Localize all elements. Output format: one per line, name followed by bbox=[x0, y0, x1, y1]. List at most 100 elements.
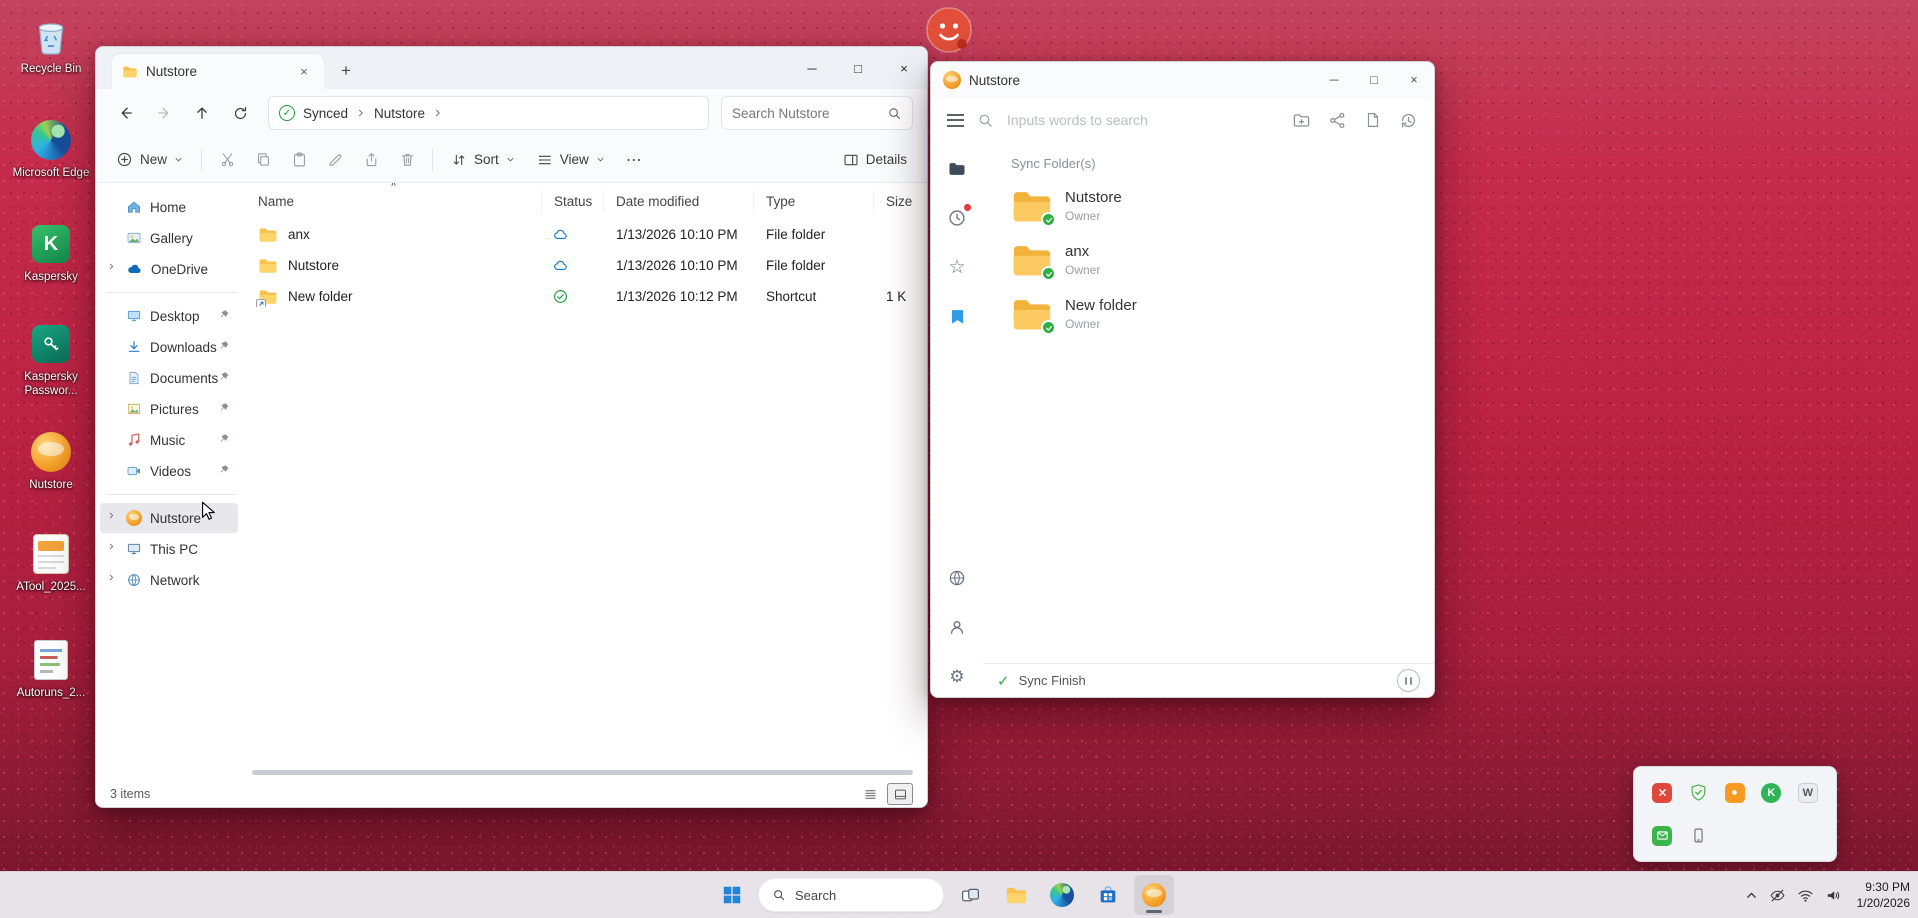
share-button[interactable] bbox=[354, 143, 388, 177]
nutstore-avatar-icon[interactable] bbox=[926, 7, 972, 53]
view-button[interactable]: View bbox=[527, 143, 615, 177]
privacy-eye-icon[interactable] bbox=[1769, 887, 1786, 904]
sidebar-item-this-pc[interactable]: This PC bbox=[100, 534, 238, 564]
refresh-button[interactable] bbox=[224, 97, 256, 129]
rail-account-icon[interactable] bbox=[946, 616, 968, 638]
column-header-date[interactable]: Date modified bbox=[604, 190, 754, 212]
sync-folder-item[interactable]: Nutstore Owner bbox=[1011, 187, 1418, 225]
new-folder-button[interactable] bbox=[1292, 111, 1311, 130]
close-button[interactable]: × bbox=[1394, 62, 1434, 98]
sidebar-item-network[interactable]: Network bbox=[100, 565, 238, 595]
sidebar-item-home[interactable]: Home bbox=[100, 192, 238, 222]
cut-button[interactable] bbox=[210, 143, 244, 177]
tray-wps-icon[interactable]: W bbox=[1797, 782, 1819, 804]
sidebar-item-onedrive[interactable]: OneDrive bbox=[100, 254, 238, 284]
pin-icon bbox=[219, 464, 230, 475]
large-view-toggle[interactable] bbox=[887, 783, 913, 805]
sidebar-item-music[interactable]: Music bbox=[100, 425, 238, 455]
tray-expand-chevron-icon[interactable] bbox=[1745, 889, 1758, 902]
nutstore-titlebar[interactable]: Nutstore ─ □ × bbox=[931, 62, 1434, 98]
edge-icon bbox=[29, 118, 73, 162]
desktop-icon-nutstore[interactable]: Nutstore bbox=[8, 430, 94, 492]
explorer-tab[interactable]: Nutstore × bbox=[112, 54, 324, 89]
tray-orange-app-icon[interactable] bbox=[1724, 782, 1746, 804]
tray-red-app-icon[interactable] bbox=[1651, 782, 1673, 804]
sidebar-item-downloads[interactable]: Downloads bbox=[100, 332, 238, 362]
new-button[interactable]: New bbox=[106, 143, 193, 177]
more-options-button[interactable]: ⋯ bbox=[617, 143, 651, 177]
task-view-button[interactable] bbox=[950, 875, 990, 915]
tray-mail-icon[interactable] bbox=[1651, 825, 1673, 847]
new-tab-button[interactable]: + bbox=[332, 57, 360, 85]
start-button[interactable] bbox=[712, 875, 752, 915]
sort-button[interactable]: Sort bbox=[441, 143, 525, 177]
desktop-icon-atool[interactable]: ATool_2025... bbox=[8, 532, 94, 594]
volume-icon[interactable] bbox=[1825, 887, 1842, 904]
sidebar-item-desktop[interactable]: Desktop bbox=[100, 301, 238, 331]
up-button[interactable] bbox=[186, 97, 218, 129]
pause-sync-button[interactable] bbox=[1397, 669, 1420, 692]
tab-close-icon[interactable]: × bbox=[294, 62, 314, 82]
back-button[interactable] bbox=[110, 97, 142, 129]
copy-button[interactable] bbox=[246, 143, 280, 177]
maximize-button[interactable]: □ bbox=[835, 47, 881, 89]
maximize-button[interactable]: □ bbox=[1354, 62, 1394, 98]
tray-kaspersky-icon[interactable]: K bbox=[1760, 782, 1782, 804]
rename-button[interactable] bbox=[318, 143, 352, 177]
minimize-button[interactable]: ─ bbox=[1314, 62, 1354, 98]
rail-labels-icon[interactable] bbox=[946, 305, 968, 327]
tray-phone-icon[interactable] bbox=[1688, 825, 1710, 847]
breadcrumb-sync-state[interactable]: Synced bbox=[303, 106, 348, 121]
sidebar-item-gallery[interactable]: Gallery bbox=[100, 223, 238, 253]
desktop-icon-kaspersky-password[interactable]: Kaspersky Passwor... bbox=[8, 322, 94, 399]
share-button[interactable] bbox=[1328, 111, 1347, 130]
paste-button[interactable] bbox=[282, 143, 316, 177]
sidebar-item-videos[interactable]: Videos bbox=[100, 456, 238, 486]
sync-ok-badge bbox=[1041, 266, 1056, 281]
horizontal-scrollbar[interactable] bbox=[96, 765, 927, 779]
list-view-toggle[interactable] bbox=[857, 783, 883, 805]
delete-button[interactable] bbox=[390, 143, 424, 177]
taskbar-edge[interactable] bbox=[1042, 875, 1082, 915]
desktop-icon-edge[interactable]: Microsoft Edge bbox=[8, 118, 94, 180]
file-row[interactable]: anx 1/13/2026 10:10 PM File folder bbox=[246, 219, 927, 250]
history-button[interactable] bbox=[1399, 111, 1418, 130]
sidebar-item-pictures[interactable]: Pictures bbox=[100, 394, 238, 424]
taskbar-clock[interactable]: 9:30 PM 1/20/2026 bbox=[1857, 879, 1910, 911]
taskbar-store[interactable] bbox=[1088, 875, 1128, 915]
explorer-search-input[interactable] bbox=[732, 106, 881, 121]
desktop-icon-kaspersky[interactable]: K Kaspersky bbox=[8, 222, 94, 284]
rail-settings-icon[interactable]: ⚙ bbox=[946, 665, 968, 687]
column-header-status[interactable]: Status bbox=[542, 190, 604, 212]
details-pane-button[interactable]: Details bbox=[833, 143, 917, 177]
taskbar-nutstore[interactable] bbox=[1134, 875, 1174, 915]
column-header-type[interactable]: Type bbox=[754, 190, 874, 212]
rail-recent-icon[interactable] bbox=[946, 207, 968, 229]
desktop-icon-recycle-bin[interactable]: Recycle Bin bbox=[8, 14, 94, 76]
nutstore-search-input[interactable] bbox=[1007, 112, 1279, 128]
explorer-search[interactable] bbox=[721, 96, 913, 130]
network-wifi-icon[interactable] bbox=[1797, 887, 1814, 904]
desktop-icon-autoruns[interactable]: Autoruns_2... bbox=[8, 638, 94, 700]
breadcrumb[interactable]: ✓ Synced Nutstore bbox=[268, 96, 709, 130]
file-row[interactable]: Nutstore 1/13/2026 10:10 PM File folder bbox=[246, 250, 927, 281]
taskbar-file-explorer[interactable] bbox=[996, 875, 1036, 915]
sidebar-item-documents[interactable]: Documents bbox=[100, 363, 238, 393]
forward-button[interactable] bbox=[148, 97, 180, 129]
menu-icon[interactable] bbox=[947, 114, 964, 127]
new-file-button[interactable] bbox=[1364, 111, 1382, 129]
rail-favorites-icon[interactable]: ☆ bbox=[946, 256, 968, 278]
rail-web-icon[interactable] bbox=[946, 567, 968, 589]
sync-folder-item[interactable]: anx Owner bbox=[1011, 241, 1418, 279]
column-header-name[interactable]: ∧ Name bbox=[246, 190, 542, 212]
taskbar-search[interactable]: Search bbox=[758, 878, 944, 912]
tray-shield-icon[interactable] bbox=[1688, 782, 1710, 804]
column-header-size[interactable]: Size bbox=[874, 190, 927, 212]
rail-folders-icon[interactable] bbox=[946, 158, 968, 180]
explorer-titlebar[interactable]: Nutstore × + ─ □ × bbox=[96, 47, 927, 89]
file-row[interactable]: New folder 1/13/2026 10:12 PM Shortcut 1… bbox=[246, 281, 927, 312]
breadcrumb-folder[interactable]: Nutstore bbox=[374, 106, 425, 121]
sync-folder-item[interactable]: New folder Owner bbox=[1011, 295, 1418, 333]
minimize-button[interactable]: ─ bbox=[789, 47, 835, 89]
close-button[interactable]: × bbox=[881, 47, 927, 89]
